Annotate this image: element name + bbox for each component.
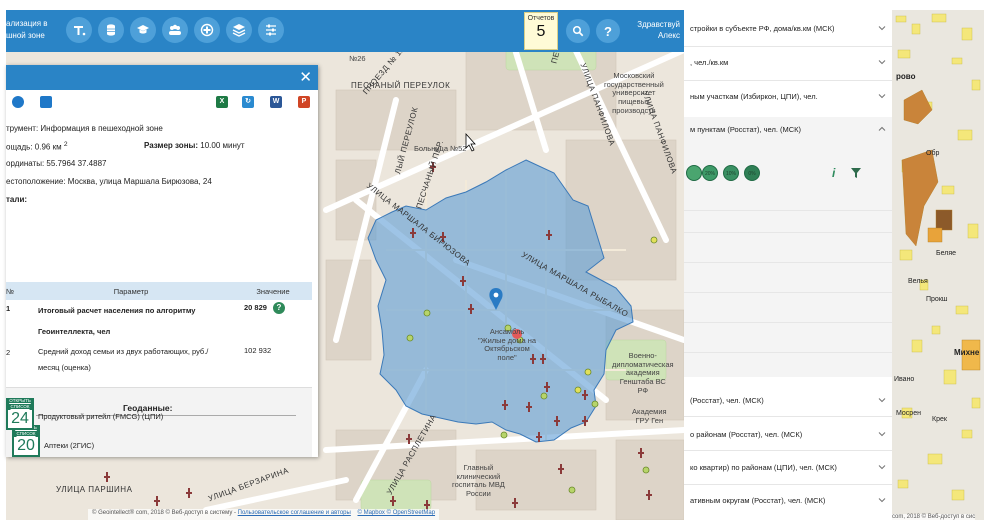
- settings-button[interactable]: [258, 17, 284, 43]
- help-button[interactable]: ?: [596, 19, 620, 43]
- share-icon[interactable]: [40, 96, 52, 108]
- layer-item[interactable]: , чел./кв.км: [690, 58, 886, 67]
- chat-icon[interactable]: [12, 96, 24, 108]
- table-row: 2 Средний доход семьи из двух работающих…: [6, 346, 272, 372]
- legend-swatch: 10%: [723, 165, 739, 181]
- city-label: Обр: [926, 150, 940, 157]
- chevron-down-icon[interactable]: [878, 24, 886, 32]
- table-row: 1 Итоговый расчет населения по алгоритму…: [6, 300, 312, 344]
- city-label: рово: [896, 72, 916, 81]
- city-label: Прокш: [926, 296, 948, 303]
- map-copyright: © Geointellect® com, 2018 © Веб-доступ в…: [88, 509, 440, 520]
- city-label: Ивано: [894, 376, 915, 383]
- layer-item[interactable]: о районам (Росстат), чел. (МСК): [690, 430, 886, 439]
- layers-button[interactable]: [226, 17, 252, 43]
- poi-academy: Военно-дипломатическая академия Генштаба В…: [612, 351, 674, 395]
- layer-item[interactable]: ко квартир) по районам (ЦПИ), чел. (МСК): [690, 463, 886, 472]
- refresh-icon[interactable]: ↻: [242, 96, 254, 108]
- city-label: Мосрен: [896, 410, 921, 417]
- geo-item-label: Аптеки (2ГИС): [44, 441, 95, 450]
- info-panel: ✕ X ↻ W P трумент: Информация в пешеходн…: [6, 65, 318, 457]
- geo-item-label: Продуктовый ритейл (FMCG) (ЦПИ): [38, 412, 164, 421]
- people-button[interactable]: [162, 17, 188, 43]
- panel-header: ✕: [6, 65, 318, 90]
- screen: ПЕСЧАНЫЙ ПЕРЕУЛОК ПРОЕЗД № 11 ПЕСЧАНАЯ У…: [0, 0, 1003, 532]
- chevron-down-icon[interactable]: [878, 463, 886, 471]
- layers-icon: [232, 24, 246, 37]
- reports-counter[interactable]: Отчетов 5: [524, 12, 558, 50]
- education-button[interactable]: [130, 17, 156, 43]
- layer-item[interactable]: (Росстат), чел. (МСК): [690, 396, 886, 405]
- poi-hospital: Больница №52: [414, 144, 467, 153]
- poi-gru: Академия ГРУ Ген: [632, 407, 667, 425]
- overview-map-graphics: [895, 13, 981, 501]
- health-button[interactable]: [194, 17, 220, 43]
- legend-swatch: 20%: [702, 165, 718, 181]
- legend-swatch: 0%: [744, 165, 760, 181]
- sliders-icon: [266, 24, 276, 36]
- legend-swatch: [686, 165, 702, 181]
- chevron-down-icon[interactable]: [878, 58, 886, 66]
- layers-panel: стройки в субъекте РФ, дома/кв.км (МСК) …: [684, 0, 892, 532]
- mapbox-osm-link[interactable]: © Mapbox © OpenStreetMap: [358, 510, 436, 516]
- chevron-up-icon[interactable]: [878, 125, 886, 133]
- city-label: Велья: [908, 278, 928, 285]
- text-tool-button[interactable]: [66, 17, 92, 43]
- col-param: Параметр: [28, 282, 234, 300]
- layer-item[interactable]: ативным округам (Росстат), чел. (МСК): [690, 496, 886, 505]
- params-table: № Параметр Значение 1 Итоговый расчет на…: [6, 282, 312, 388]
- help-icon: ?: [604, 23, 612, 39]
- medical-cross-icon: [200, 23, 214, 37]
- col-value: Значение: [234, 282, 312, 300]
- poi-ensemble: Ансамбль "Жилые дома на Октябрьском поле": [478, 327, 537, 362]
- open-list-button[interactable]: ОТКРЫТЬ СПИСОК 24: [6, 398, 34, 430]
- word-icon[interactable]: W: [270, 96, 282, 108]
- chevron-down-icon[interactable]: [878, 92, 886, 100]
- city-label: Крек: [932, 416, 947, 423]
- export-toolbar: X ↻ W P: [6, 90, 318, 114]
- overview-map-copyright: com, 2018 © Веб-доступ в сис: [892, 514, 976, 520]
- search-icon: [572, 25, 584, 37]
- layer-item[interactable]: стройки в субъекте РФ, дома/кв.км (МСК): [690, 24, 886, 33]
- database-icon: [107, 24, 115, 36]
- powerpoint-icon[interactable]: P: [298, 96, 310, 108]
- database-button[interactable]: [98, 17, 124, 43]
- excel-icon[interactable]: X: [216, 96, 228, 108]
- layer-item[interactable]: ным участкам (Избиркон, ЦПИ), чел.: [690, 92, 886, 101]
- info-icon[interactable]: i: [832, 166, 835, 180]
- chevron-down-icon[interactable]: [878, 496, 886, 504]
- help-icon[interactable]: ?: [272, 302, 285, 314]
- filter-icon[interactable]: [850, 167, 862, 179]
- user-agreement-link[interactable]: Пользовательское соглашение и авторы: [238, 510, 351, 516]
- chevron-down-icon[interactable]: [878, 430, 886, 438]
- overview-map[interactable]: рово Обр Беляе Велья Прокш Михне Ивано М…: [892, 10, 984, 520]
- close-icon[interactable]: ✕: [299, 68, 312, 86]
- poi-hospital-mvd: Главный клинический госпиталь МВД России: [452, 463, 505, 498]
- layer-item-active[interactable]: м пунктам (Росстат), чел. (МСК): [690, 125, 886, 134]
- street-label: УЛИЦА ПАРШИНА: [56, 485, 133, 494]
- graduation-cap-icon: [137, 25, 149, 34]
- group-icon: [169, 24, 181, 35]
- city-label: Михне: [954, 348, 980, 357]
- col-num: №: [6, 282, 28, 300]
- poi-mgu: Московский государственный университет пище…: [604, 71, 664, 115]
- text-icon: [74, 26, 86, 36]
- search-button[interactable]: [566, 19, 590, 43]
- tool-title: ализация в шной зоне: [6, 19, 48, 40]
- user-greeting[interactable]: Здравствуй Алекс: [637, 19, 680, 41]
- chevron-down-icon[interactable]: [878, 396, 886, 404]
- layer-expanded: [684, 117, 892, 377]
- top-toolbar: ализация в шной зоне Отчетов 5 ? Здравст…: [6, 10, 684, 52]
- city-label: Беляе: [936, 250, 957, 257]
